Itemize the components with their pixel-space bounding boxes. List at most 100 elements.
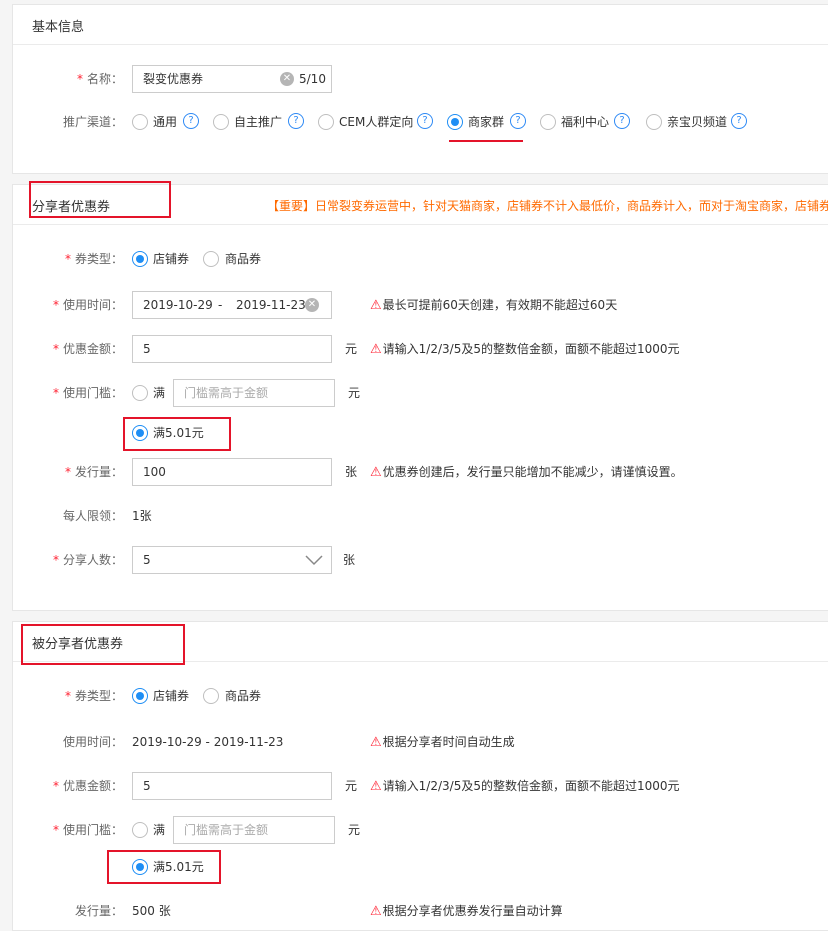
- sharer-limit-row: 每人限领： 1张: [13, 502, 828, 530]
- end-date: 2019-11-23: [236, 298, 306, 312]
- amount-hint: ⚠请输入1/2/3/5及5的整数倍金额，面额不能超过1000元: [370, 779, 680, 794]
- radio-channel-self[interactable]: [213, 114, 229, 130]
- date-separator: -: [218, 298, 223, 312]
- radio-product-coupon[interactable]: [203, 251, 219, 267]
- limit-value: 1张: [132, 509, 152, 523]
- clear-icon[interactable]: ✕: [280, 72, 294, 86]
- issue-hint: ⚠优惠券创建后，发行量只能增加不能减少，请谨慎设置。: [370, 465, 683, 480]
- chevron-down-icon: [305, 555, 323, 566]
- sharer-share-count-row: * 分享人数： 5 张: [13, 546, 828, 574]
- basic-info-header: 基本信息: [13, 5, 828, 45]
- warning-icon: ⚠: [370, 298, 382, 313]
- sharer-issue-row: * 发行量： 100 张 ⚠优惠券创建后，发行量只能增加不能减少，请谨慎设置。: [13, 458, 828, 486]
- issue-value: 500 张: [132, 904, 171, 918]
- zhang-unit: 张: [345, 465, 358, 479]
- type-label: * 券类型：: [64, 252, 123, 266]
- name-label: * 名称：: [76, 72, 123, 86]
- yuan-unit: 元: [348, 386, 361, 400]
- highlight-box: [29, 181, 171, 218]
- basic-info-title: 基本信息: [32, 20, 85, 35]
- sharer-coupon-panel: 分享者优惠券 【重要】日常裂变券运营中，针对天猫商家，店铺券不计入最低价，商品券…: [12, 181, 828, 611]
- issue-input[interactable]: 100: [132, 458, 332, 486]
- radio-threshold-full[interactable]: [132, 822, 148, 838]
- issue-hint: ⚠根据分享者优惠券发行量自动计算: [370, 904, 563, 919]
- name-input[interactable]: 裂变优惠券 ✕ 5/10: [132, 65, 332, 93]
- channel-row: 推广渠道： 通用 ? 自主推广 ? CEM人群定向 ? 商家群 ? 福利中心 ?…: [13, 108, 828, 136]
- radio-channel-merchant-group[interactable]: [447, 114, 463, 130]
- sharer-threshold-row: * 使用门槛： 满 门槛需高于金额 元: [13, 379, 828, 407]
- basic-info-panel: 基本信息 * 名称： 裂变优惠券 ✕ 5/10 推广渠道： 通用 ? 自主推广 ?…: [12, 4, 828, 174]
- amount-label: * 优惠金额：: [52, 779, 123, 793]
- channel-self-label: 自主推广: [234, 115, 283, 129]
- shared-issue-row: 发行量： 500 张 ⚠根据分享者优惠券发行量自动计算: [13, 897, 828, 925]
- threshold-input[interactable]: 门槛需高于金额: [173, 816, 335, 844]
- name-char-count: 5/10: [299, 72, 326, 86]
- yuan-unit: 元: [345, 779, 358, 793]
- help-icon[interactable]: ?: [510, 113, 526, 129]
- warning-icon: ⚠: [370, 735, 382, 750]
- threshold-label: * 使用门槛：: [52, 823, 123, 837]
- shared-type-row: * 券类型： 店铺券 商品券: [13, 682, 828, 710]
- time-value: 2019-10-29 - 2019-11-23: [132, 735, 284, 749]
- channel-cem-label: CEM人群定向: [339, 115, 414, 129]
- help-icon[interactable]: ?: [288, 113, 304, 129]
- time-label: 使用时间：: [62, 735, 123, 749]
- warning-icon: ⚠: [370, 465, 382, 480]
- shop-coupon-label: 店铺券: [153, 252, 190, 266]
- issue-label: 发行量：: [74, 904, 123, 918]
- amount-input[interactable]: 5: [132, 335, 332, 363]
- radio-channel-general[interactable]: [132, 114, 148, 130]
- highlight-box: [123, 417, 231, 451]
- threshold-input[interactable]: 门槛需高于金额: [173, 379, 335, 407]
- radio-channel-welfare[interactable]: [540, 114, 556, 130]
- radio-shop-coupon[interactable]: [132, 688, 148, 704]
- channel-general-label: 通用: [153, 115, 178, 129]
- radio-threshold-full[interactable]: [132, 385, 148, 401]
- threshold-full-label: 满: [153, 386, 166, 400]
- shared-amount-row: * 优惠金额： 5 元 ⚠请输入1/2/3/5及5的整数倍金额，面额不能超过100…: [13, 772, 828, 800]
- radio-channel-cem[interactable]: [318, 114, 334, 130]
- threshold-label: * 使用门槛：: [52, 386, 123, 400]
- start-date: 2019-10-29: [143, 298, 213, 312]
- amount-hint: ⚠请输入1/2/3/5及5的整数倍金额，面额不能超过1000元: [370, 342, 680, 357]
- channel-label: 推广渠道：: [62, 115, 123, 129]
- issue-label: * 发行量：: [64, 465, 123, 479]
- threshold-full-label: 满: [153, 823, 166, 837]
- yuan-unit: 元: [348, 823, 361, 837]
- time-hint: ⚠最长可提前60天创建，有效期不能超过60天: [370, 298, 618, 313]
- yuan-unit: 元: [345, 342, 358, 356]
- warning-icon: ⚠: [370, 779, 382, 794]
- help-icon[interactable]: ?: [731, 113, 747, 129]
- channel-welfare-label: 福利中心: [561, 115, 610, 129]
- shared-time-row: 使用时间： 2019-10-29 - 2019-11-23 ⚠根据分享者时间自动…: [13, 728, 828, 756]
- channel-baby-label: 亲宝贝频道: [667, 115, 728, 129]
- time-hint: ⚠根据分享者时间自动生成: [370, 735, 515, 750]
- important-notice: 【重要】日常裂变券运营中，针对天猫商家，店铺券不计入最低价，商品券计入，而对于淘…: [267, 199, 828, 213]
- radio-channel-baby[interactable]: [646, 114, 662, 130]
- date-range-input[interactable]: 2019-10-29 - 2019-11-23 ✕: [132, 291, 332, 319]
- highlight-box: [21, 624, 185, 665]
- highlight-box: [107, 850, 221, 884]
- name-row: * 名称： 裂变优惠券 ✕ 5/10: [13, 65, 828, 93]
- highlight-underline: [449, 140, 523, 142]
- sharer-time-row: * 使用时间： 2019-10-29 - 2019-11-23 ✕ ⚠最长可提前6…: [13, 291, 828, 319]
- radio-product-coupon[interactable]: [203, 688, 219, 704]
- amount-input[interactable]: 5: [132, 772, 332, 800]
- warning-icon: ⚠: [370, 904, 382, 919]
- share-count-select[interactable]: 5: [132, 546, 332, 574]
- warning-icon: ⚠: [370, 342, 382, 357]
- help-icon[interactable]: ?: [183, 113, 199, 129]
- product-coupon-label: 商品券: [225, 689, 262, 703]
- help-icon[interactable]: ?: [417, 113, 433, 129]
- shop-coupon-label: 店铺券: [153, 689, 190, 703]
- radio-shop-coupon[interactable]: [132, 251, 148, 267]
- sharer-amount-row: * 优惠金额： 5 元 ⚠请输入1/2/3/5及5的整数倍金额，面额不能超过100…: [13, 335, 828, 363]
- amount-label: * 优惠金额：: [52, 342, 123, 356]
- share-count-label: * 分享人数：: [52, 553, 123, 567]
- type-label: * 券类型：: [64, 689, 123, 703]
- help-icon[interactable]: ?: [614, 113, 630, 129]
- clear-icon[interactable]: ✕: [305, 298, 319, 312]
- limit-label: 每人限领：: [62, 509, 123, 523]
- sharer-type-row: * 券类型： 店铺券 商品券: [13, 245, 828, 273]
- shared-coupon-panel: 被分享者优惠券 * 券类型： 店铺券 商品券 使用时间： 2019-10-29 -…: [12, 621, 828, 931]
